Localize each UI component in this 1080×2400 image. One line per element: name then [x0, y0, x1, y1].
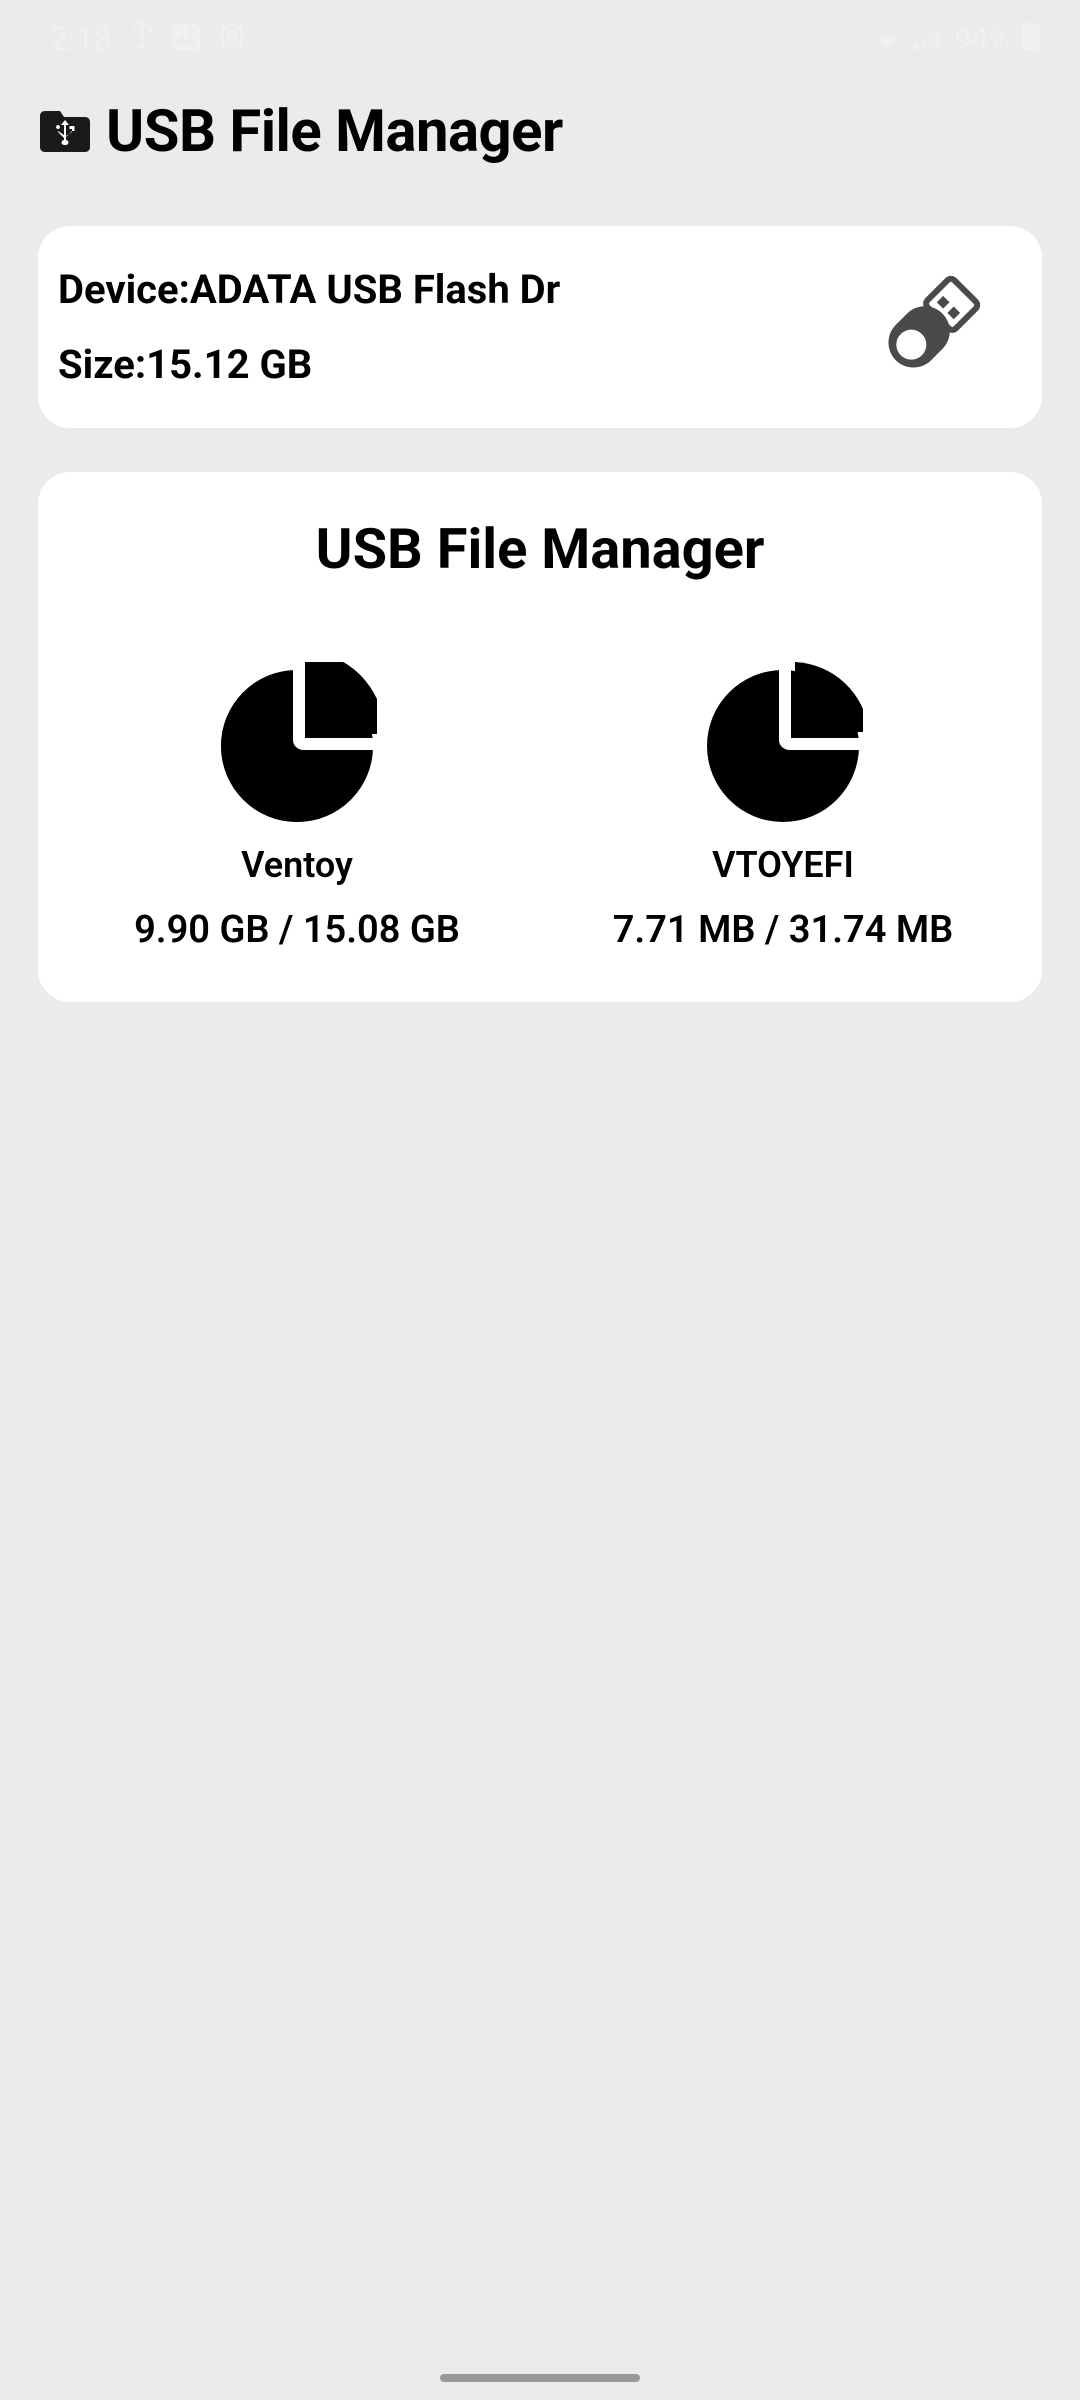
- partition-item[interactable]: VTOYEFI 7.71 MB / 31.74 MB: [540, 662, 1026, 952]
- partition-size: 9.90 GB / 15.08 GB: [134, 908, 460, 952]
- status-right: 94%: [870, 20, 1040, 58]
- status-bar: 2:18 94%: [0, 0, 1080, 70]
- status-time: 2:18: [50, 20, 112, 58]
- device-label: Device:: [58, 266, 190, 313]
- size-label: Size:: [58, 341, 146, 388]
- device-card[interactable]: Device:ADATA USB Flash Dr Size:15.12 GB: [38, 226, 1042, 428]
- wifi-icon: [870, 20, 902, 58]
- device-name-row: Device:ADATA USB Flash Dr: [58, 266, 560, 313]
- device-size: 15.12 GB: [146, 341, 312, 388]
- navigation-handle[interactable]: [440, 2374, 640, 2382]
- usb-status-icon: [130, 20, 154, 58]
- partitions-row: Ventoy 9.90 GB / 15.08 GB VTOYEFI 7.71 M…: [54, 662, 1026, 952]
- signal-icon: [914, 20, 942, 58]
- battery-text: 94%: [954, 22, 1010, 57]
- partitions-card: USB File Manager: [38, 472, 1042, 1002]
- battery-icon: [1022, 20, 1040, 58]
- device-size-row: Size:15.12 GB: [58, 341, 560, 388]
- partition-item[interactable]: Ventoy 9.90 GB / 15.08 GB: [54, 662, 540, 952]
- gear-status-icon: [218, 20, 246, 58]
- pie-chart-icon: [703, 662, 863, 822]
- device-name: ADATA USB Flash Dr: [190, 266, 560, 313]
- partition-name: VTOYEFI: [712, 844, 854, 886]
- status-left: 2:18: [50, 20, 246, 58]
- usb-drive-icon: [864, 262, 994, 392]
- partitions-title: USB File Manager: [54, 516, 1026, 582]
- device-info: Device:ADATA USB Flash Dr Size:15.12 GB: [58, 266, 560, 388]
- image-status-icon: [172, 20, 200, 58]
- partition-name: Ventoy: [241, 844, 353, 886]
- pie-chart-icon: [217, 662, 377, 822]
- partition-size: 7.71 MB / 31.74 MB: [613, 908, 954, 952]
- app-folder-usb-icon: [38, 110, 92, 154]
- app-title: USB File Manager: [106, 98, 563, 166]
- app-header: USB File Manager: [0, 70, 1080, 194]
